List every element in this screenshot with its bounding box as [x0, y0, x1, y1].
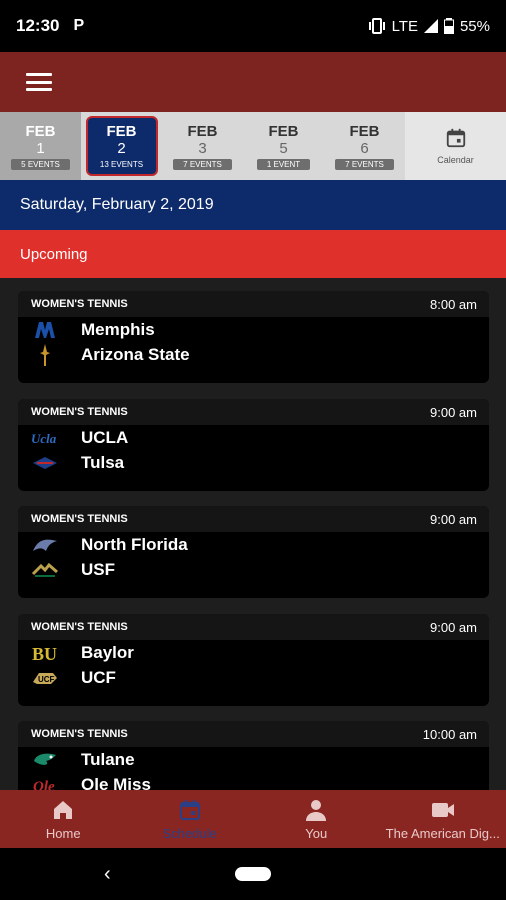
- calendar-icon: [446, 128, 465, 148]
- section-upcoming: Upcoming: [0, 230, 506, 278]
- date-day: 6: [360, 139, 369, 157]
- date-strip: FEB 1 5 EVENTS FEB 2 13 EVENTS FEB 3 7 E…: [0, 112, 506, 180]
- game-time: 8:00 am: [430, 296, 477, 312]
- date-month: FEB: [349, 122, 380, 140]
- team-name: Arizona State: [81, 344, 190, 364]
- nav-schedule-label: Schedule: [162, 825, 217, 841]
- team-name: North Florida: [81, 534, 188, 554]
- vibrate-icon: [368, 18, 385, 34]
- nav-schedule[interactable]: Schedule: [127, 790, 254, 848]
- date-tab-feb-5[interactable]: FEB 5 1 EVENT: [243, 112, 324, 180]
- memphis-logo-icon: [31, 320, 59, 340]
- team-name: Tulane: [81, 749, 135, 769]
- sport-label: WOMEN'S TENNIS: [31, 406, 128, 418]
- calendar-label: Calendar: [437, 155, 474, 165]
- status-bar: 12:30 P LTE 55%: [0, 0, 506, 52]
- date-month: FEB: [268, 122, 299, 140]
- signal-icon: [423, 19, 438, 33]
- team-name: UCF: [81, 667, 116, 687]
- date-tab-feb-2[interactable]: FEB 2 13 EVENTS: [81, 112, 162, 180]
- usf-logo-icon: [31, 560, 59, 580]
- arizona-state-logo-icon: [31, 343, 59, 366]
- tulane-logo-icon: [31, 750, 59, 770]
- person-icon: [306, 799, 327, 821]
- team-name: USF: [81, 559, 115, 579]
- team-name: UCLA: [81, 427, 129, 447]
- team-name: Tulsa: [81, 452, 125, 472]
- tulsa-logo-icon: [31, 453, 59, 473]
- calendar-icon: [179, 799, 200, 820]
- nav-digital-label: The American Dig...: [385, 825, 500, 841]
- date-tab-feb-3[interactable]: FEB 3 7 EVENTS: [162, 112, 243, 180]
- svg-text:Ole: Ole: [33, 779, 55, 791]
- date-month: FEB: [187, 122, 218, 140]
- event-count-badge: 1 EVENT: [256, 158, 311, 170]
- event-count-badge: 5 EVENTS: [11, 158, 70, 170]
- event-count-badge: 7 EVENTS: [173, 158, 232, 170]
- menu-icon[interactable]: [26, 73, 52, 91]
- game-card[interactable]: WOMEN'S TENNIS 9:00 am BU Baylor UCF UCF: [18, 614, 489, 706]
- team-name: Baylor: [81, 642, 134, 662]
- game-time: 9:00 am: [430, 619, 477, 635]
- calendar-button[interactable]: Calendar: [405, 112, 506, 180]
- nav-home-label: Home: [45, 825, 81, 841]
- svg-text:BU: BU: [32, 644, 57, 663]
- sport-label: WOMEN'S TENNIS: [31, 621, 128, 633]
- north-florida-logo-icon: [31, 535, 59, 555]
- svg-text:UCF: UCF: [38, 675, 55, 684]
- battery-percent: 55%: [459, 17, 490, 35]
- event-count-badge: 7 EVENTS: [335, 158, 394, 170]
- status-time: 12:30: [16, 16, 60, 35]
- date-day: 3: [198, 139, 207, 157]
- baylor-logo-icon: BU: [31, 643, 59, 663]
- bottom-nav: Home Schedule You The American Dig...: [0, 790, 506, 848]
- nav-you[interactable]: You: [253, 790, 380, 848]
- ole-miss-logo-icon: Ole: [31, 775, 59, 791]
- system-nav-bar: ‹: [0, 848, 506, 900]
- video-camera-icon: [431, 802, 454, 817]
- ucf-logo-icon: UCF: [31, 668, 59, 688]
- home-icon: [54, 800, 73, 819]
- date-day: 2: [117, 139, 126, 157]
- game-card[interactable]: WOMEN'S TENNIS 9:00 am North Florida USF: [18, 506, 489, 598]
- sport-label: WOMEN'S TENNIS: [31, 513, 128, 525]
- nav-home[interactable]: Home: [0, 790, 127, 848]
- date-day: 1: [36, 139, 45, 157]
- parking-notification-icon: P: [73, 17, 85, 34]
- ucla-logo-icon: Ucla: [31, 428, 59, 448]
- event-count-badge: 13 EVENTS: [99, 159, 144, 169]
- app-bar: [0, 52, 506, 112]
- date-month: FEB: [106, 122, 137, 140]
- game-card[interactable]: WOMEN'S TENNIS 8:00 am Memphis Arizona St…: [18, 291, 489, 383]
- nav-american-digital[interactable]: The American Dig...: [380, 790, 506, 848]
- sport-label: WOMEN'S TENNIS: [31, 728, 128, 740]
- game-time: 9:00 am: [430, 511, 477, 527]
- back-icon[interactable]: ‹: [104, 863, 111, 886]
- game-list[interactable]: WOMEN'S TENNIS 8:00 am Memphis Arizona St…: [0, 278, 506, 790]
- game-time: 10:00 am: [422, 726, 477, 742]
- nav-you-label: You: [305, 825, 328, 841]
- game-time: 9:00 am: [430, 404, 477, 420]
- date-day: 5: [279, 139, 288, 157]
- battery-icon: [443, 18, 454, 34]
- home-pill[interactable]: [235, 867, 271, 881]
- selected-date-header: Saturday, February 2, 2019: [0, 180, 506, 230]
- sport-label: WOMEN'S TENNIS: [31, 298, 128, 310]
- date-tab-feb-1[interactable]: FEB 1 5 EVENTS: [0, 112, 81, 180]
- date-month: FEB: [25, 122, 56, 140]
- lte-label: LTE: [391, 17, 418, 35]
- status-icons: LTE 55%: [368, 18, 490, 35]
- game-card[interactable]: WOMEN'S TENNIS 10:00 am Tulane Ole Ole Mis…: [18, 721, 489, 790]
- date-tab-feb-6[interactable]: FEB 6 7 EVENTS: [324, 112, 405, 180]
- team-name: Ole Miss: [81, 774, 151, 791]
- team-name: Memphis: [81, 319, 155, 339]
- svg-text:Ucla: Ucla: [31, 431, 57, 445]
- game-card[interactable]: WOMEN'S TENNIS 9:00 am Ucla UCLA Tulsa: [18, 399, 489, 491]
